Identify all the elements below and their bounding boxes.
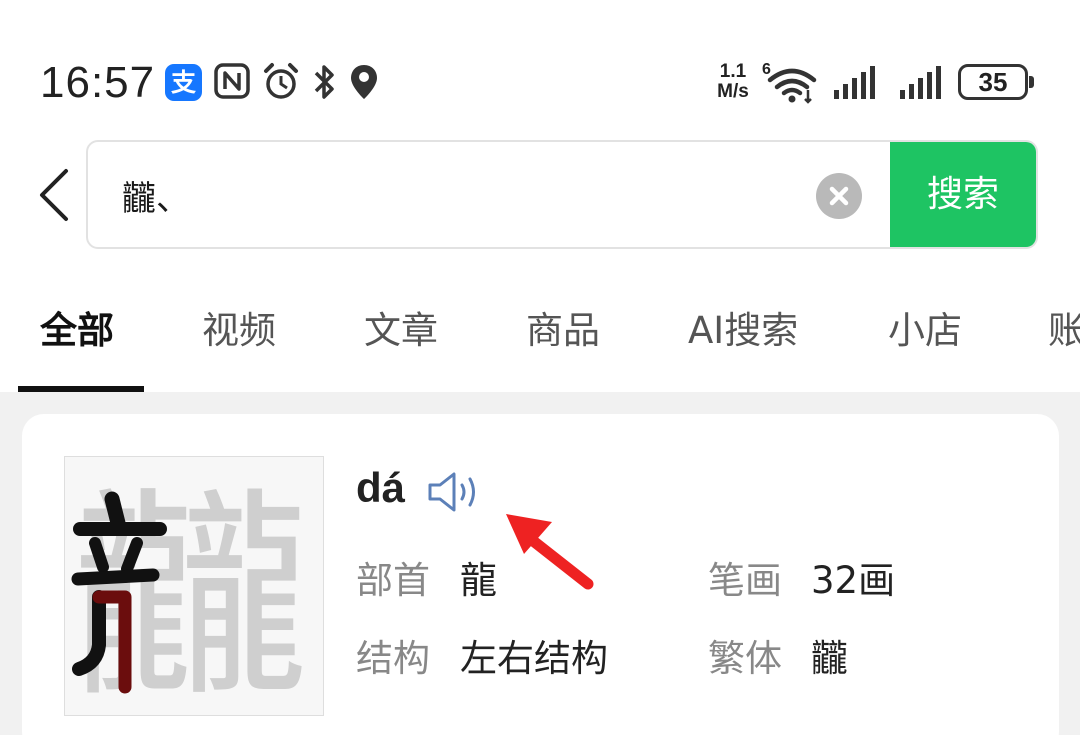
traditional-value: 龖 (811, 637, 848, 680)
tab-articles[interactable]: 文章 (364, 300, 438, 354)
signal-icon (900, 66, 941, 99)
network-speed: 1.1 M/s (709, 62, 757, 102)
tab-video[interactable]: 视频 (202, 300, 276, 354)
tab-more[interactable]: 账 (1048, 300, 1080, 354)
alipay-icon: 支 (165, 64, 202, 101)
close-icon (829, 186, 849, 206)
search-box: 搜索 (86, 140, 1038, 249)
clear-button[interactable] (816, 173, 862, 219)
battery-icon: 35 (958, 64, 1034, 100)
structure-value: 左右结构 (460, 637, 608, 680)
status-bar: 16:57 支 1.1 M/s 6 35 (0, 0, 1080, 130)
location-icon (351, 65, 377, 99)
nfc-icon (214, 63, 250, 99)
back-button[interactable] (30, 165, 80, 225)
alarm-icon (264, 63, 298, 99)
search-button[interactable]: 搜索 (890, 142, 1036, 247)
signal-icon (834, 66, 875, 99)
wifi-badge: 6 (762, 61, 771, 78)
active-tab-indicator (18, 386, 144, 392)
radical-label: 部首 (356, 559, 430, 602)
traditional-label: 繁体 (708, 637, 782, 680)
tab-all[interactable]: 全部 (40, 300, 114, 354)
structure-label: 结构 (356, 637, 430, 680)
tab-shops[interactable]: 小店 (888, 300, 962, 354)
speaker-icon[interactable] (426, 470, 486, 514)
search-input[interactable] (122, 170, 782, 220)
bluetooth-icon (314, 65, 334, 99)
wifi-icon: 6 (762, 61, 817, 104)
tab-bar: 全部 视频 文章 商品 AI搜索 小店 账 (0, 290, 1080, 392)
battery-level: 35 (978, 67, 1008, 97)
tab-products[interactable]: 商品 (526, 300, 600, 354)
strokes-label: 笔画 (708, 559, 782, 602)
strokes-value: 32画 (811, 559, 896, 602)
network-speed-value: 1.1 (719, 61, 747, 82)
tab-ai-search[interactable]: AI搜索 (688, 300, 798, 354)
character-glyph-image: 龖 (64, 456, 324, 728)
annotation-arrow-icon (506, 514, 594, 590)
status-time: 16:57 (40, 58, 156, 107)
network-speed-unit: M/s (717, 81, 749, 102)
pinyin: dá (356, 464, 406, 511)
